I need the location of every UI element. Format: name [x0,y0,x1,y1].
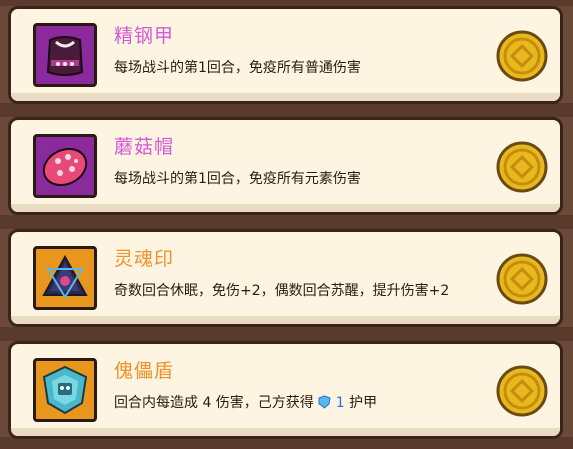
shelf-divider [0,215,573,229]
item-name: 灵魂印 [114,248,175,270]
item-description: 奇数回合休眠，免伤+2，偶数回合苏醒，提升伤害+2 [114,283,450,299]
shelf-divider [0,327,573,341]
item-description: 每场战斗的第1回合，免疫所有普通伤害 [114,60,361,76]
gold-coin-icon[interactable] [495,252,549,306]
mushroom-cap-icon [33,134,97,198]
item-description: 回合内每造成 4 伤害，己方获得 1 护甲 [114,395,378,411]
armor-icon [33,23,97,87]
soul-seal-icon [33,246,97,310]
gold-coin-icon[interactable] [495,140,549,194]
gold-coin-icon[interactable] [495,29,549,83]
item-card[interactable]: 蘑菇帽 每场战斗的第1回合，免疫所有元素伤害 [8,117,563,215]
item-card[interactable]: 灵魂印 奇数回合休眠，免伤+2，偶数回合苏醒，提升伤害+2 [8,229,563,327]
shelf-divider [0,103,573,117]
gold-coin-icon[interactable] [495,364,549,418]
shield-value: 1 [335,395,345,411]
golem-shield-icon [33,358,97,422]
item-name: 精钢甲 [114,25,175,47]
item-description: 每场战斗的第1回合，免疫所有元素伤害 [114,171,361,187]
item-card[interactable]: 精钢甲 每场战斗的第1回合，免疫所有普通伤害 [8,6,563,104]
item-name: 蘑菇帽 [114,136,175,158]
item-card[interactable]: 傀儡盾 回合内每造成 4 伤害，己方获得 1 护甲 [8,341,563,439]
item-name: 傀儡盾 [114,360,175,382]
shield-icon [318,395,335,411]
